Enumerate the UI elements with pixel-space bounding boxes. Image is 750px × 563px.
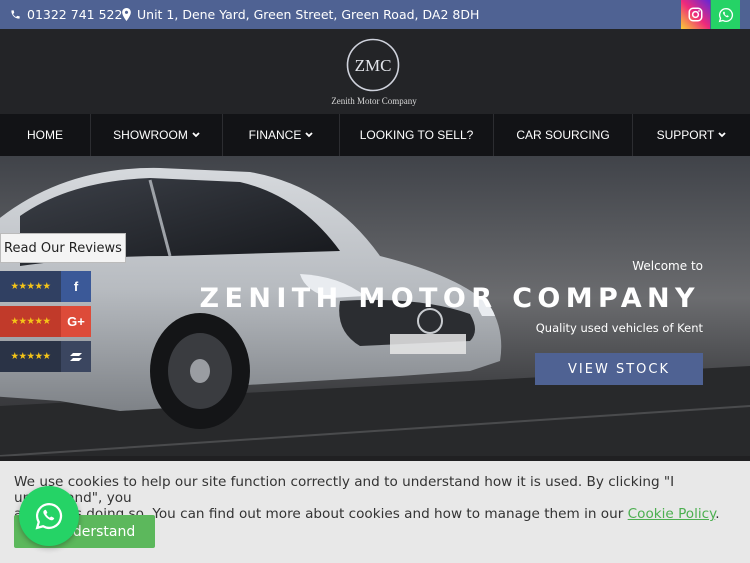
logo-emblem: ZMC xyxy=(346,38,400,92)
nav-label: SHOWROOM xyxy=(113,128,188,142)
nav-label: HOME xyxy=(27,128,63,142)
address-text: Unit 1, Dene Yard, Green Street, Green R… xyxy=(137,7,480,22)
logo-monogram: ZMC xyxy=(355,56,392,75)
chevron-down-icon xyxy=(718,132,727,138)
whatsapp-link[interactable] xyxy=(711,0,740,29)
other-review-badge[interactable]: ★★★★★ xyxy=(0,341,91,372)
logo-name: Zenith Motor Company xyxy=(331,96,417,106)
nav-label: SUPPORT xyxy=(656,128,715,142)
whatsapp-icon xyxy=(35,502,63,530)
facebook-icon: f xyxy=(61,271,91,302)
star-rating: ★★★★★ xyxy=(10,281,51,292)
map-marker-icon xyxy=(122,8,131,21)
star-rating: ★★★★★ xyxy=(10,316,51,327)
phone-number: 01322 741 522 xyxy=(27,7,123,22)
site-header: ZMC Zenith Motor Company xyxy=(0,29,750,114)
review-site-icon xyxy=(61,341,91,372)
whatsapp-chat-button[interactable] xyxy=(19,486,79,546)
hero-title: ZENITH MOTOR COMPANY xyxy=(199,283,700,314)
nav-item-support[interactable]: SUPPORT xyxy=(633,114,750,156)
chevron-down-icon xyxy=(305,132,313,138)
main-nav: HOME SHOWROOM FINANCE LOOKING TO SELL? C… xyxy=(0,114,750,156)
cookie-banner: We use cookies to help our site function… xyxy=(0,461,750,563)
google-review-badge[interactable]: ★★★★★ G+ xyxy=(0,306,91,337)
nav-item-finance[interactable]: FINANCE xyxy=(223,114,339,156)
nav-item-looking-to-sell[interactable]: LOOKING TO SELL? xyxy=(340,114,493,156)
address: Unit 1, Dene Yard, Green Street, Green R… xyxy=(122,0,479,29)
top-contact-bar: 01322 741 522 Unit 1, Dene Yard, Green S… xyxy=(0,0,750,29)
nav-label: LOOKING TO SELL? xyxy=(359,128,474,142)
instagram-icon xyxy=(688,7,703,22)
phone-icon xyxy=(11,10,20,19)
nav-item-home[interactable]: HOME xyxy=(0,114,90,156)
hero-welcome: Welcome to xyxy=(632,259,703,273)
hero-subtitle: Quality used vehicles of Kent xyxy=(535,321,703,335)
cookie-line-1: We use cookies to help our site function… xyxy=(14,474,675,506)
chevron-down-icon xyxy=(192,132,200,138)
facebook-review-badge[interactable]: ★★★★★ f xyxy=(0,271,91,302)
nav-label: CAR SOURCING xyxy=(516,128,610,142)
read-reviews-tab[interactable]: Read Our Reviews xyxy=(0,233,126,263)
whatsapp-icon xyxy=(718,7,733,22)
cookie-policy-link[interactable]: Cookie Policy xyxy=(628,506,716,522)
nav-label: FINANCE xyxy=(248,128,302,142)
view-stock-button[interactable]: VIEW STOCK xyxy=(535,353,703,385)
google-plus-icon: G+ xyxy=(61,306,91,337)
site-logo[interactable]: ZMC Zenith Motor Company xyxy=(316,35,432,109)
nav-item-showroom[interactable]: SHOWROOM xyxy=(91,114,222,156)
nav-item-car-sourcing[interactable]: CAR SOURCING xyxy=(494,114,632,156)
cookie-line-2-suffix: . xyxy=(715,506,720,522)
star-rating: ★★★★★ xyxy=(10,351,51,362)
phone-link[interactable]: 01322 741 522 xyxy=(10,0,122,29)
instagram-link[interactable] xyxy=(681,0,710,29)
